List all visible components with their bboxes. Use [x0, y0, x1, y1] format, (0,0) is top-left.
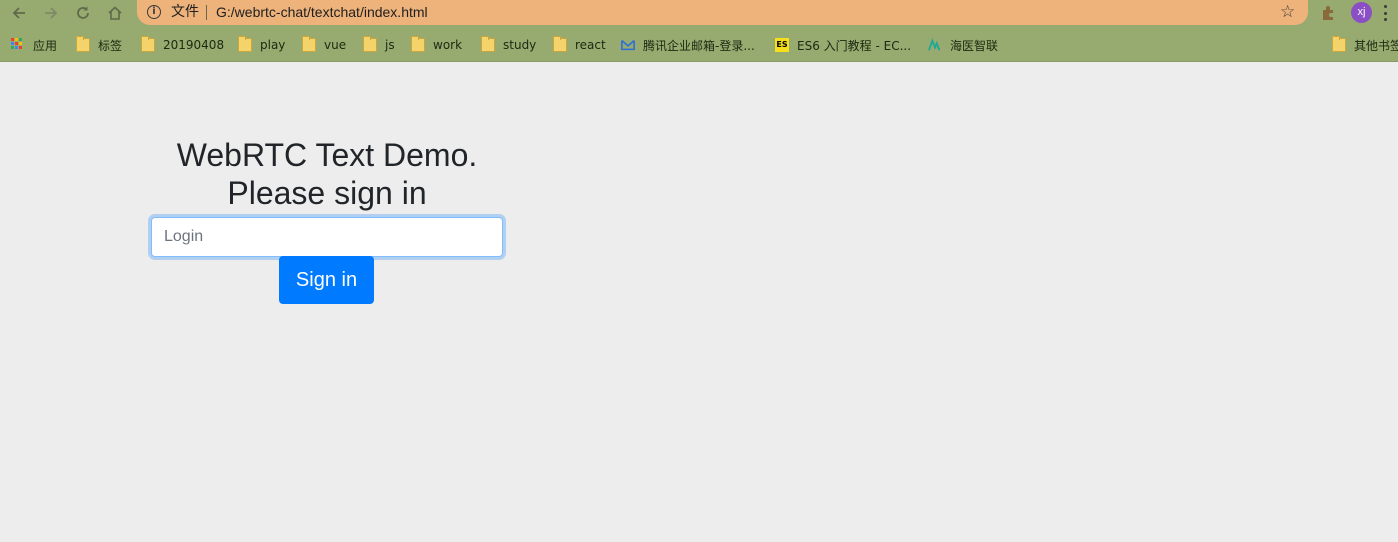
bookmark-label: 标签 — [98, 38, 123, 53]
reload-button[interactable] — [71, 2, 95, 24]
folder-icon — [76, 36, 90, 52]
login-input[interactable] — [151, 217, 503, 257]
folder-icon — [141, 36, 155, 52]
puzzle-icon — [1323, 6, 1333, 20]
info-icon[interactable]: i — [147, 5, 161, 19]
bookmark-folder[interactable]: work — [411, 36, 462, 54]
bookmark-folder[interactable]: 标签 — [76, 36, 122, 54]
forward-button[interactable] — [39, 2, 63, 24]
bookmark-folder[interactable]: play — [238, 36, 285, 54]
bookmark-label: study — [503, 38, 537, 52]
bookmark-hyzl[interactable]: 海医智联 — [928, 36, 998, 54]
bookmark-star-icon[interactable]: ☆ — [1280, 1, 1295, 23]
bookmark-folder[interactable]: js — [363, 36, 395, 54]
omnibox-divider — [206, 5, 207, 20]
kebab-menu-icon[interactable] — [1384, 5, 1388, 21]
bookmark-label: play — [260, 38, 286, 52]
extensions-button[interactable] — [1320, 4, 1338, 22]
home-button[interactable] — [103, 2, 127, 24]
bookmark-label: 20190408 — [163, 38, 225, 52]
bookmark-folder[interactable]: vue — [302, 36, 346, 54]
bookmark-other[interactable]: 其他书签 — [1332, 36, 1398, 54]
url-text[interactable]: G:/webrtc-chat/textchat/index.html — [216, 3, 428, 21]
arrow-right-icon — [45, 7, 58, 19]
folder-icon — [553, 36, 567, 52]
bookmark-apps[interactable]: 应用 — [11, 36, 57, 54]
tencent-mail-icon — [621, 40, 635, 51]
bookmark-label: 其他书签 — [1354, 38, 1398, 53]
bookmark-label: 腾讯企业邮箱-登录... — [643, 38, 755, 53]
file-chip: 文件 — [171, 4, 199, 20]
bookmark-label: 应用 — [33, 38, 58, 53]
folder-icon — [411, 36, 425, 52]
sign-in-button[interactable]: Sign in — [279, 256, 374, 304]
reload-icon — [77, 6, 89, 19]
home-icon — [108, 6, 122, 20]
folder-icon — [1332, 36, 1346, 52]
bookmark-label: 海医智联 — [950, 38, 999, 53]
arrow-left-icon — [12, 7, 25, 19]
folder-icon — [481, 36, 495, 52]
bookmark-es6[interactable]: ES ES6 入门教程 - EC... — [775, 36, 911, 54]
bookmark-label: vue — [324, 38, 347, 52]
folder-icon — [363, 36, 377, 52]
browser-toolbar: i 文件 G:/webrtc-chat/textchat/index.html … — [0, 0, 1398, 28]
folder-icon — [238, 36, 252, 52]
page-title: WebRTC Text Demo. Please sign in — [151, 136, 503, 212]
folder-icon — [302, 36, 316, 52]
bookmark-label: react — [575, 38, 606, 52]
profile-avatar[interactable]: xj — [1351, 2, 1372, 23]
title-line-1: WebRTC Text Demo. — [176, 137, 478, 173]
apps-grid-icon — [11, 38, 25, 52]
back-button[interactable] — [7, 2, 31, 24]
address-bar[interactable]: i 文件 G:/webrtc-chat/textchat/index.html … — [137, 0, 1308, 25]
bookmark-label: ES6 入门教程 - EC... — [797, 38, 912, 53]
bookmark-folder[interactable]: 20190408 — [141, 36, 224, 54]
bookmark-label: work — [433, 38, 463, 52]
bookmark-folder[interactable]: react — [553, 36, 606, 54]
bookmark-folder[interactable]: study — [481, 36, 536, 54]
es6-icon: ES — [775, 38, 789, 52]
hyzl-icon — [928, 38, 941, 51]
bookmarks-bar: 应用 标签 20190408 play vue js work study re… — [0, 28, 1398, 62]
bookmark-label: js — [385, 38, 395, 52]
title-line-2: Please sign in — [227, 175, 427, 211]
bookmark-tencent-mail[interactable]: 腾讯企业邮箱-登录... — [621, 36, 755, 54]
